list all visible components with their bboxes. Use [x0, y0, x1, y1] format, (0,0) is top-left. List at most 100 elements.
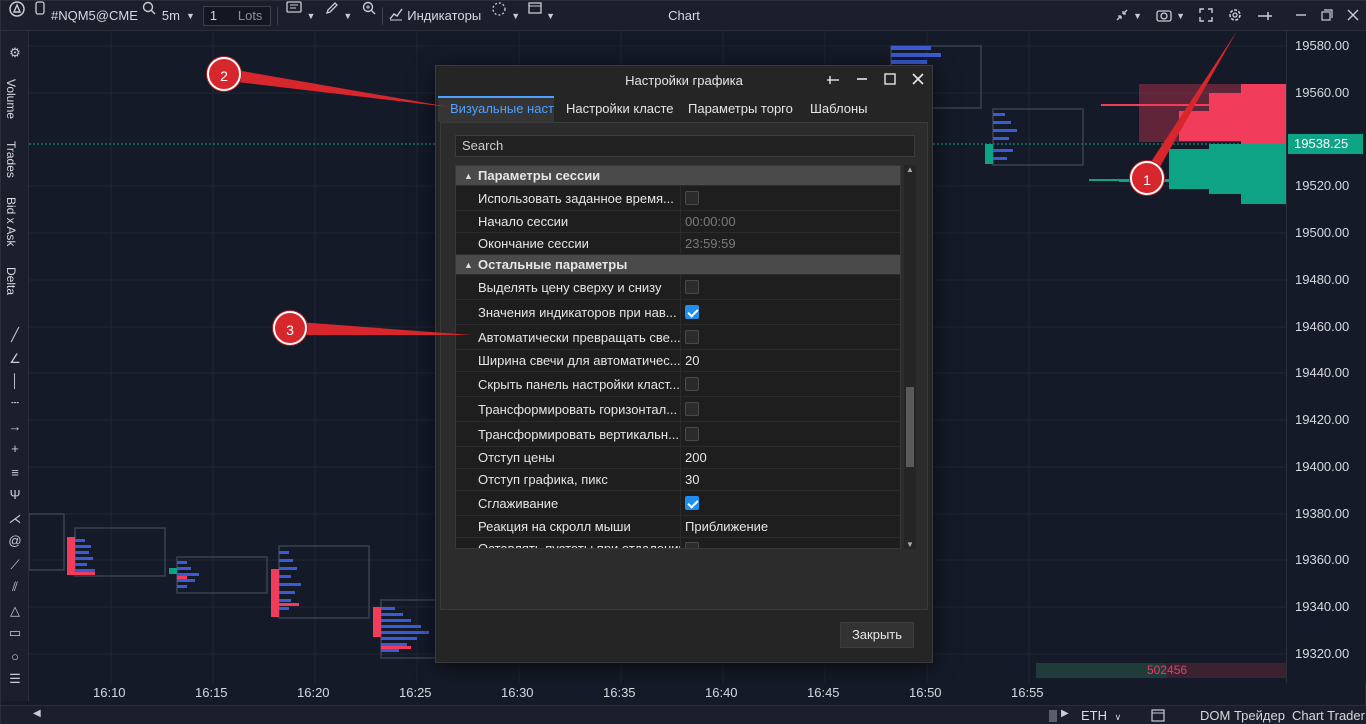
setting-row[interactable]: Автоматически превращать све... — [456, 325, 900, 350]
dom-trader-button[interactable]: DOM Трейдер — [1200, 708, 1285, 723]
close-icon[interactable] — [912, 72, 924, 88]
vertical-line-icon[interactable]: │ — [7, 373, 23, 389]
time-axis[interactable]: 16:10 16:15 16:20 16:25 16:30 16:35 16:4… — [29, 683, 1286, 705]
pin-icon[interactable] — [1257, 9, 1273, 24]
setting-value[interactable]: 200 — [680, 447, 900, 468]
checkbox[interactable] — [685, 280, 699, 294]
setting-row[interactable]: Скрыть панель настройки класт... — [456, 372, 900, 397]
scroll-up-icon[interactable]: ▲ — [906, 165, 914, 174]
gear-icon[interactable] — [1227, 7, 1243, 26]
checkbox[interactable] — [685, 427, 699, 441]
fan-icon[interactable]: ⋌ — [7, 511, 23, 527]
setting-value[interactable]: 23:59:59 — [680, 233, 900, 254]
setting-value[interactable]: 20 — [680, 350, 900, 371]
angle-icon[interactable]: ∠ — [7, 351, 23, 367]
quantity-value[interactable]: 1 — [204, 8, 234, 23]
rectangle-icon[interactable]: ▭ — [7, 625, 23, 641]
chevron-down-icon[interactable]: ▼ — [343, 11, 352, 21]
layout-icon[interactable] — [528, 1, 542, 31]
setting-row[interactable]: Окончание сессии 23:59:59 — [456, 233, 900, 255]
zoom-icon[interactable] — [362, 1, 376, 31]
chevron-down-icon[interactable]: ▼ — [546, 11, 555, 21]
checkbox[interactable] — [685, 402, 699, 416]
setting-row[interactable]: Отступ цены 200 — [456, 447, 900, 469]
quantity-field[interactable]: 1 Lots — [202, 5, 272, 26]
pin-icon[interactable] — [826, 73, 840, 88]
chart-trader-button[interactable]: Chart Trader — [1292, 708, 1365, 723]
close-icon[interactable] — [1347, 9, 1359, 24]
search-input[interactable]: Search — [455, 135, 915, 157]
levels-icon[interactable]: ≡ — [7, 465, 23, 481]
tab-delta[interactable]: Delta — [4, 267, 18, 295]
timeframe-select[interactable]: 5m ▼ — [162, 1, 195, 31]
crosshair-icon[interactable] — [491, 1, 507, 31]
ruler-icon[interactable]: ⟋ — [7, 557, 23, 573]
indicators-button[interactable]: Индикаторы — [389, 1, 481, 31]
circle-icon[interactable]: ○ — [7, 649, 23, 665]
pencil-icon[interactable] — [325, 1, 339, 31]
scroll-right-icon[interactable]: ▶ — [1061, 708, 1069, 719]
currency-select[interactable]: ETH ∨ — [1081, 708, 1121, 723]
close-button[interactable]: Закрыть — [840, 622, 914, 648]
chevron-down-icon[interactable]: ▼ — [306, 11, 315, 21]
section-header-session[interactable]: ▲ Параметры сессии — [456, 166, 900, 186]
triangle-icon[interactable]: △ — [7, 603, 23, 619]
checkbox[interactable] — [685, 541, 699, 548]
setting-row[interactable]: Реакция на скролл мыши Приближение — [456, 516, 900, 538]
minimize-icon[interactable] — [1295, 9, 1307, 24]
setting-row[interactable]: Ширина свечи для автоматичес... 20 — [456, 350, 900, 372]
trend-line-icon[interactable]: ╱ — [7, 327, 23, 343]
chevron-down-icon[interactable]: ▼ — [511, 11, 520, 21]
channel-icon[interactable]: ⫽ — [7, 579, 23, 595]
setting-row[interactable]: Использовать заданное время... — [456, 186, 900, 211]
app-logo-icon[interactable] — [9, 0, 25, 31]
pitchfork-icon[interactable]: Ψ — [7, 487, 23, 503]
setting-row[interactable]: Значения индикаторов при нав... — [456, 300, 900, 325]
settings-scrollbar[interactable]: ▲ ▼ — [904, 165, 916, 549]
text-list-icon[interactable]: ☰ — [7, 671, 23, 687]
chevron-down-icon[interactable]: ▼ — [1176, 11, 1185, 21]
checkbox[interactable] — [685, 330, 699, 344]
scroll-left-icon[interactable]: ◀ — [33, 708, 41, 719]
tab-cluster-settings[interactable]: Настройки класте — [554, 96, 676, 122]
tab-trading-params[interactable]: Параметры торго — [676, 96, 798, 122]
setting-row[interactable]: Трансформировать вертикальн... — [456, 422, 900, 447]
search-icon[interactable] — [142, 1, 156, 31]
cross-icon[interactable]: + — [7, 441, 23, 457]
horizontal-ray-icon[interactable]: ┄ — [7, 395, 23, 411]
tab-volume[interactable]: Volume — [4, 79, 18, 119]
symbol-label[interactable]: #NQM5@CME — [51, 1, 138, 31]
setting-row[interactable]: Оставлять пустоты при отдалении — [456, 538, 900, 548]
checkbox-checked[interactable] — [685, 305, 699, 319]
scrollbar-thumb[interactable] — [906, 387, 914, 467]
scroll-down-icon[interactable]: ▼ — [906, 540, 914, 549]
camera-icon[interactable] — [1156, 8, 1172, 25]
settings-gear-icon[interactable]: ⚙ — [7, 45, 23, 61]
arrow-icon[interactable]: → — [7, 419, 23, 435]
chart-template-icon[interactable] — [286, 0, 303, 31]
checkbox[interactable] — [685, 377, 699, 391]
setting-row[interactable]: Трансформировать горизонтал... — [456, 397, 900, 422]
calendar-icon[interactable] — [1151, 708, 1165, 724]
section-header-other[interactable]: ▲ Остальные параметры — [456, 255, 900, 275]
checkbox-checked[interactable] — [685, 496, 699, 510]
maximize-icon[interactable] — [884, 72, 896, 88]
tab-visual-settings[interactable]: Визуальные настр — [438, 96, 554, 122]
restore-icon[interactable] — [1321, 8, 1333, 24]
tab-templates[interactable]: Шаблоны — [798, 96, 880, 122]
setting-row[interactable]: Сглаживание — [456, 491, 900, 516]
checkbox[interactable] — [685, 191, 699, 205]
setting-value[interactable]: Приближение — [680, 516, 900, 537]
price-axis[interactable]: 19580.00 19560.00 19520.00 19500.00 1948… — [1286, 31, 1366, 683]
tab-trades[interactable]: Trades — [4, 141, 18, 178]
horizontal-scrollbar[interactable] — [1049, 710, 1057, 722]
setting-value[interactable]: 00:00:00 — [680, 211, 900, 232]
fullscreen-icon[interactable] — [1199, 7, 1213, 25]
setting-row[interactable]: Выделять цену сверху и снизу — [456, 275, 900, 300]
chevron-down-icon[interactable]: ▼ — [1133, 11, 1142, 21]
new-tab-icon[interactable] — [35, 0, 45, 31]
setting-row[interactable]: Отступ графика, пикс 30 — [456, 469, 900, 491]
spiral-icon[interactable]: @ — [7, 533, 23, 549]
setting-value[interactable]: 30 — [680, 469, 900, 490]
minimize-icon[interactable] — [856, 73, 868, 88]
